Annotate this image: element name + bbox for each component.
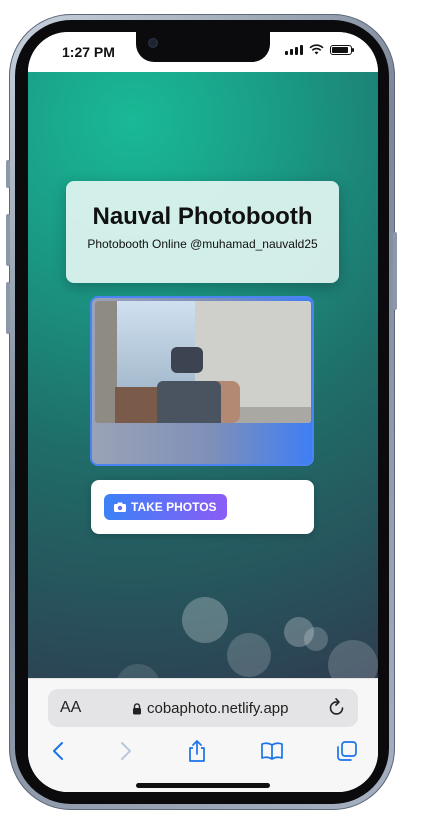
book-icon <box>261 742 283 760</box>
volume-down-button <box>6 282 10 334</box>
take-photos-label: TAKE PHOTOS <box>131 500 217 514</box>
address-bar[interactable]: AA cobaphoto.netlify.app <box>48 689 358 727</box>
page-subtitle: Photobooth Online @muhamad_nauvald25 <box>87 237 318 251</box>
reader-settings-button[interactable]: AA <box>60 699 81 717</box>
chevron-left-icon <box>53 742 63 760</box>
share-button[interactable] <box>183 737 211 765</box>
decorative-bubble <box>227 633 271 677</box>
aa-label: AA <box>60 699 82 716</box>
decorative-bubble <box>116 664 160 678</box>
forward-button[interactable] <box>112 737 140 765</box>
lock-icon <box>133 702 141 714</box>
wifi-icon <box>309 44 324 55</box>
tabs-button[interactable] <box>333 737 361 765</box>
chevron-right-icon <box>121 742 131 760</box>
status-icons <box>285 44 354 55</box>
bookmarks-button[interactable] <box>258 737 286 765</box>
reload-icon[interactable] <box>328 697 346 717</box>
take-photos-button[interactable]: TAKE PHOTOS <box>104 494 227 520</box>
decorative-bubble <box>328 640 378 678</box>
safari-bottom-bar: AA cobaphoto.netlify.app <box>28 678 378 792</box>
decorative-bubble <box>304 627 328 651</box>
home-indicator[interactable] <box>136 783 270 788</box>
mute-switch <box>6 160 10 188</box>
tabs-icon <box>337 741 357 761</box>
front-camera-dot <box>148 38 158 48</box>
video-chair-headrest <box>171 347 203 373</box>
url-text: cobaphoto.netlify.app <box>147 700 289 717</box>
cellular-signal-icon <box>285 44 303 55</box>
phone-screen: 1:27 PM Nauval Photobooth Photobooth Onl… <box>28 32 378 792</box>
action-card: TAKE PHOTOS <box>91 480 314 534</box>
power-button <box>393 232 397 310</box>
page-title: Nauval Photobooth <box>92 203 313 230</box>
video-chair-back <box>157 381 221 423</box>
status-time: 1:27 PM <box>62 44 115 60</box>
url-display[interactable]: cobaphoto.netlify.app <box>132 700 289 717</box>
share-icon <box>189 740 205 762</box>
camera-preview-card <box>90 296 314 466</box>
notch <box>136 32 270 62</box>
camera-icon <box>114 502 126 512</box>
camera-video-feed[interactable] <box>95 301 311 423</box>
decorative-bubble <box>182 597 228 643</box>
safari-toolbar <box>28 737 378 769</box>
webpage-content: Nauval Photobooth Photobooth Online @muh… <box>28 72 378 678</box>
battery-icon <box>330 44 354 55</box>
volume-up-button <box>6 214 10 266</box>
title-card: Nauval Photobooth Photobooth Online @muh… <box>66 181 339 283</box>
back-button[interactable] <box>44 737 72 765</box>
